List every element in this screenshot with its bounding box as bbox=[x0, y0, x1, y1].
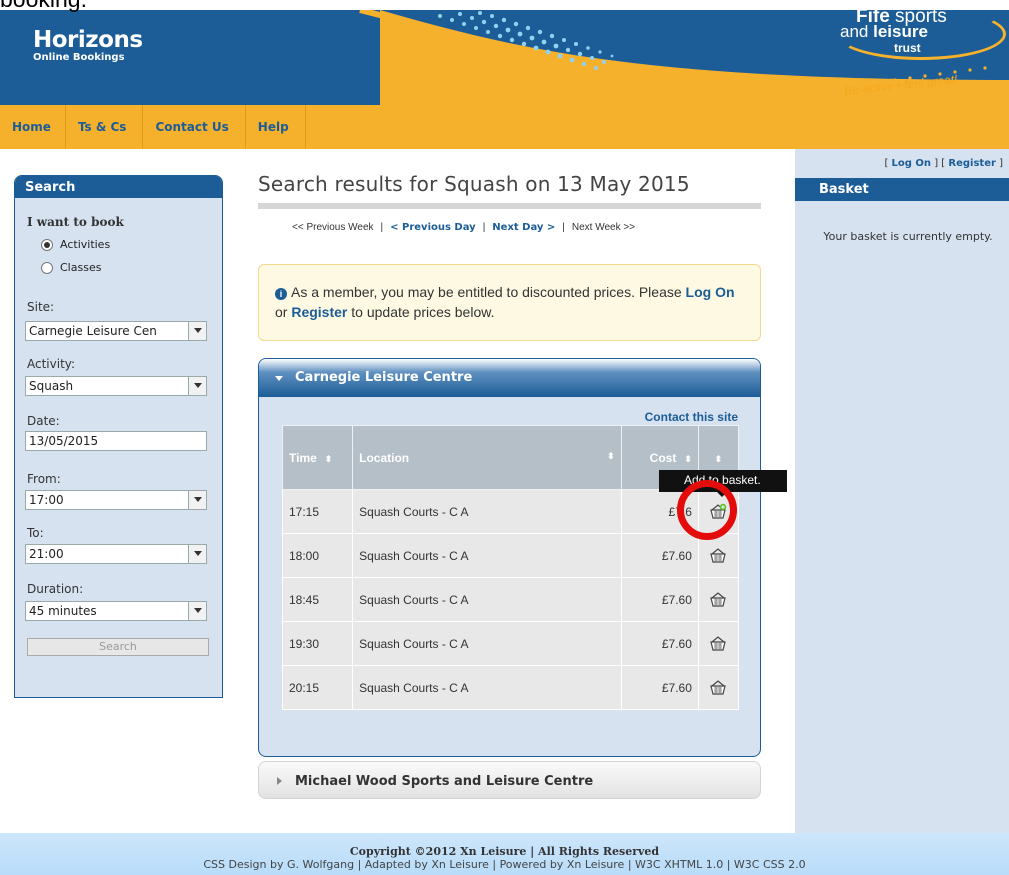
highlight-circle-annotation bbox=[677, 480, 737, 540]
add-to-basket-button[interactable] bbox=[697, 533, 740, 578]
site-select[interactable]: Carnegie Leisure Cen bbox=[25, 321, 207, 341]
slot-time: 18:00 bbox=[281, 533, 354, 578]
chevron-down-icon bbox=[188, 491, 206, 509]
basket-icon bbox=[710, 591, 727, 607]
duration-select[interactable]: 45 minutes bbox=[25, 601, 207, 621]
duration-label: Duration: bbox=[27, 582, 84, 596]
search-button[interactable]: Search bbox=[27, 638, 209, 656]
site-header: Horizons Online Bookings Fife sports and… bbox=[0, 10, 1009, 105]
from-label: From: bbox=[27, 472, 61, 486]
add-to-basket-button[interactable] bbox=[697, 665, 740, 710]
date-label: Date: bbox=[27, 414, 60, 428]
search-panel: Search I want to book Activities Classes… bbox=[14, 175, 223, 698]
basket-icon bbox=[710, 547, 727, 563]
radio-button[interactable] bbox=[41, 261, 53, 274]
slot-cost: £7.60 bbox=[620, 533, 699, 578]
activity-label: Activity: bbox=[27, 357, 76, 371]
search-heading: Search bbox=[15, 176, 222, 198]
table-row: 19:30 Squash Courts - C A £7.60 bbox=[281, 621, 740, 666]
slot-cost: £7.60 bbox=[620, 577, 699, 622]
previous-day-link[interactable]: < Previous Day bbox=[390, 222, 476, 233]
table-row: 18:45 Squash Courts - C A £7.60 bbox=[281, 577, 740, 622]
register-link[interactable]: Register bbox=[948, 158, 996, 169]
nav-contact-us[interactable]: Contact Us bbox=[143, 105, 246, 149]
table-row: 17:15 Squash Courts - C A £7.6 bbox=[281, 489, 740, 534]
next-day-link[interactable]: Next Day > bbox=[492, 222, 555, 233]
brand-title: Horizons bbox=[33, 27, 143, 53]
member-notice: i As a member, you may be entitled to dis… bbox=[258, 264, 761, 341]
sort-icon: ⬍ bbox=[684, 453, 692, 464]
column-time[interactable]: Time ⬍ bbox=[281, 425, 354, 490]
clipped-heading-text: booking. bbox=[0, 0, 87, 13]
slot-cost: £7.60 bbox=[620, 621, 699, 666]
from-time-select[interactable]: 17:00 bbox=[25, 490, 207, 510]
radio-activities[interactable]: Activities bbox=[41, 238, 110, 251]
site-footer: Copyright ©2012 Xn Leisure | All Rights … bbox=[0, 833, 1009, 875]
to-time-select[interactable]: 21:00 bbox=[25, 544, 207, 564]
basket-heading: Basket bbox=[795, 178, 1009, 201]
previous-week-link[interactable]: << Previous Week bbox=[292, 222, 374, 233]
venue-header-carnegie[interactable]: Carnegie Leisure Centre bbox=[259, 359, 760, 397]
footer-credits: CSS Design by G. Wolfgang | Adapted by X… bbox=[203, 858, 806, 871]
slot-location: Squash Courts - C A bbox=[352, 577, 622, 622]
logo-tagline: Be active • feel great! bbox=[843, 72, 959, 98]
slot-cost: £7.60 bbox=[620, 665, 699, 710]
auth-links: [ Log On ] [ Register ] bbox=[884, 158, 1003, 169]
add-to-basket-button[interactable] bbox=[697, 621, 740, 666]
footer-copyright: Copyright ©2012 Xn Leisure | All Rights … bbox=[349, 845, 660, 858]
table-row: 20:15 Squash Courts - C A £7.60 bbox=[281, 665, 740, 710]
add-to-basket-button[interactable] bbox=[697, 577, 740, 622]
chevron-down-icon bbox=[188, 322, 206, 340]
radio-classes[interactable]: Classes bbox=[41, 261, 101, 274]
site-label: Site: bbox=[27, 300, 55, 314]
nav-home[interactable]: Home bbox=[0, 105, 66, 149]
brand-logo[interactable]: Horizons Online Bookings bbox=[33, 27, 143, 63]
sort-icon: ⬍ bbox=[607, 450, 615, 461]
next-week-link[interactable]: Next Week >> bbox=[572, 222, 635, 233]
info-icon: i bbox=[275, 288, 287, 300]
slot-location: Squash Courts - C A bbox=[352, 621, 622, 666]
notice-register-link[interactable]: Register bbox=[291, 304, 347, 320]
right-sidebar: [ Log On ] [ Register ] Basket Your bask… bbox=[795, 149, 1009, 833]
login-link[interactable]: Log On bbox=[892, 158, 932, 169]
slot-time: 17:15 bbox=[281, 489, 354, 534]
nav-help[interactable]: Help bbox=[246, 105, 306, 149]
to-label: To: bbox=[27, 526, 44, 540]
table-row: 18:00 Squash Courts - C A £7.60 bbox=[281, 533, 740, 578]
title-divider bbox=[258, 203, 761, 209]
sort-icon: ⬍ bbox=[714, 453, 723, 464]
notice-login-link[interactable]: Log On bbox=[686, 284, 735, 300]
slot-location: Squash Courts - C A bbox=[352, 533, 622, 578]
slot-location: Squash Courts - C A bbox=[352, 665, 622, 710]
fife-trust-logo: Fife sports and leisure trust Be active … bbox=[836, 10, 1006, 101]
activity-select[interactable]: Squash bbox=[25, 376, 207, 396]
slot-time: 19:30 bbox=[281, 621, 354, 666]
slot-time: 20:15 bbox=[281, 665, 354, 710]
chevron-down-icon bbox=[188, 545, 206, 563]
i-want-to-book-label: I want to book bbox=[27, 215, 124, 229]
main-nav: Home Ts & Cs Contact Us Help bbox=[0, 105, 1009, 149]
brand-subtitle: Online Bookings bbox=[33, 52, 125, 63]
results-table: Time ⬍ Location ⬍ Cost ⬍ ⬍ 17:15 Squash Cou… bbox=[281, 425, 740, 710]
nav-terms[interactable]: Ts & Cs bbox=[66, 105, 144, 149]
chevron-down-icon bbox=[188, 602, 206, 620]
basket-icon bbox=[710, 635, 727, 651]
logo-line-2: and leisure bbox=[840, 22, 928, 41]
slot-location: Squash Courts - C A bbox=[352, 489, 622, 534]
column-location[interactable]: Location ⬍ bbox=[352, 425, 622, 490]
page-title: Search results for Squash on 13 May 2015 bbox=[258, 172, 690, 196]
basket-empty-message: Your basket is currently empty. bbox=[823, 230, 993, 243]
radio-button-selected[interactable] bbox=[41, 238, 53, 251]
contact-site-link[interactable]: Contact this site bbox=[645, 410, 738, 424]
basket-icon bbox=[710, 679, 727, 695]
sort-icon: ⬍ bbox=[324, 453, 333, 464]
date-input[interactable]: 13/05/2015 bbox=[25, 431, 207, 451]
logo-line-3: trust bbox=[894, 41, 921, 55]
slot-time: 18:45 bbox=[281, 577, 354, 622]
venue-header-michael-wood[interactable]: Michael Wood Sports and Leisure Centre bbox=[258, 761, 761, 799]
date-navigation: << Previous Week | < Previous Day | Next Day… bbox=[292, 222, 636, 233]
venue-panel-carnegie: Carnegie Leisure Centre Contact this sit… bbox=[258, 358, 761, 757]
chevron-down-icon bbox=[188, 377, 206, 395]
